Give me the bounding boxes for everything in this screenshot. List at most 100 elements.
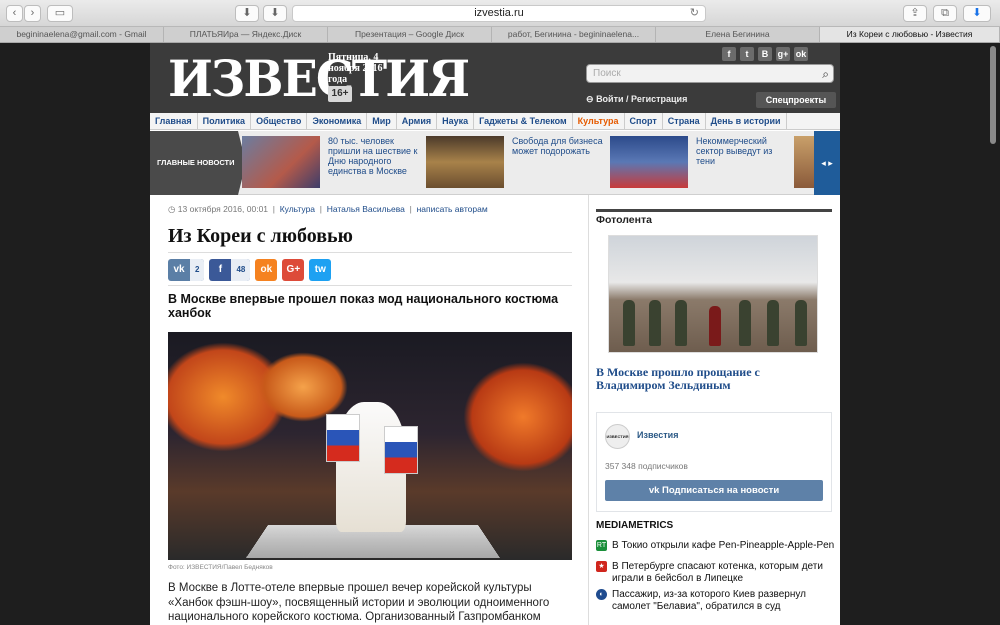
- share-google-plus-button[interactable]: G+: [282, 259, 305, 281]
- article-body: В Москве в Лотте-отеле впервые прошел ве…: [168, 582, 550, 623]
- twitter-icon[interactable]: t: [740, 47, 754, 61]
- search-icon[interactable]: ⌕: [822, 66, 829, 83]
- address-bar[interactable]: izvestia.ru ↻: [292, 5, 706, 22]
- share-odnoklassniki-button[interactable]: ok: [255, 259, 278, 281]
- strip-nav-arrows[interactable]: ◂ ▸: [814, 131, 840, 195]
- clock-icon: ◷: [168, 204, 176, 214]
- browser-toolbar: ‹ › ▭ ⬇ ⬇ izvestia.ru ↻ ⇪ ⧉ ⬇: [0, 0, 1000, 27]
- downloads-icon[interactable]: ⬇: [963, 5, 991, 22]
- flag-shape: [384, 426, 418, 474]
- tab-work[interactable]: работ, Бегинина - begininaelena...: [492, 27, 656, 42]
- figure: [623, 300, 635, 346]
- facebook-icon: f: [218, 264, 223, 275]
- top-news-strip: ГЛАВНЫЕ НОВОСТИ 80 тыс. человек пришли н…: [150, 131, 840, 195]
- nav-item-economy[interactable]: Экономика: [307, 113, 368, 129]
- mediametrics-item[interactable]: ◐ Пассажир, из-за которого Киев разверну…: [596, 589, 836, 613]
- mediametrics-item[interactable]: ★ В Петербурге спасают котенка, которым …: [596, 561, 836, 585]
- news-headline[interactable]: Свобода для бизнеса может подорожать: [512, 136, 608, 156]
- nav-item-army[interactable]: Армия: [397, 113, 438, 129]
- share-count: 2: [190, 259, 205, 281]
- vk-icon[interactable]: B: [758, 47, 772, 61]
- write-authors-link[interactable]: написать авторам: [417, 204, 488, 214]
- figure: [767, 300, 779, 346]
- twitter-icon: tw: [314, 264, 326, 275]
- article-photo[interactable]: [168, 332, 572, 560]
- figure: [795, 300, 807, 346]
- search-input[interactable]: Поиск ⌕: [586, 64, 834, 83]
- article-lead: В Москве впервые прошел показ мод национ…: [168, 292, 559, 320]
- photolenta-photo[interactable]: [608, 235, 818, 353]
- nav-item-politics[interactable]: Политика: [198, 113, 252, 129]
- login-label: Войти / Регистрация: [596, 94, 688, 104]
- share-icon[interactable]: ⇪: [903, 5, 927, 22]
- nav-item-history[interactable]: День в истории: [706, 113, 787, 129]
- login-link[interactable]: ⊖ Войти / Регистрация: [586, 94, 687, 105]
- figure: [709, 306, 721, 346]
- google-plus-icon[interactable]: g+: [776, 47, 790, 61]
- current-date: Пятница, 4 ноября 2016 года: [328, 52, 383, 85]
- news-thumbnail[interactable]: [426, 136, 504, 188]
- nav-item-main[interactable]: Главная: [150, 113, 198, 129]
- nav-item-country[interactable]: Страна: [663, 113, 706, 129]
- nav-item-sport[interactable]: Спорт: [625, 113, 663, 129]
- tab-google-drive[interactable]: Презентация – Google Диск: [328, 27, 492, 42]
- main-nav: Главная Политика Общество Экономика Мир …: [150, 113, 840, 130]
- figure: [675, 300, 687, 346]
- back-button[interactable]: ‹: [6, 5, 23, 22]
- vk-icon: vk: [648, 485, 660, 496]
- masthead: ИЗВЕСТИЯ Пятница, 4 ноября 2016 года 16+…: [150, 43, 840, 113]
- top-news-item[interactable]: [794, 136, 814, 190]
- odnoklassniki-icon: ok: [260, 264, 273, 275]
- mediametrics-headline[interactable]: Пассажир, из-за которого Киев развернул …: [612, 589, 806, 612]
- facebook-icon[interactable]: f: [722, 47, 736, 61]
- vk-community-avatar[interactable]: ИЗВЕСТИЯ: [605, 424, 630, 449]
- news-thumbnail[interactable]: [242, 136, 320, 188]
- reload-icon[interactable]: ↻: [690, 6, 699, 21]
- share-facebook-button[interactable]: f 48: [209, 259, 251, 281]
- tree-decoration: [463, 362, 572, 472]
- tab-elena[interactable]: Елена Бегинина: [656, 27, 820, 42]
- mediametrics-headline[interactable]: В Токио открыли кафе Pen-Pineapple-Apple…: [612, 540, 834, 551]
- forward-button[interactable]: ›: [24, 5, 41, 22]
- photolenta-caption[interactable]: В Москве прошло прощание с Владимиром Зе…: [596, 366, 826, 392]
- news-thumbnail[interactable]: [794, 136, 814, 188]
- tree-decoration: [258, 352, 348, 422]
- google-plus-icon: G+: [286, 264, 301, 275]
- article: ◷ 13 октября 2016, 00:01 | Культура | На…: [168, 204, 572, 625]
- source-icon: RT: [596, 540, 607, 551]
- article-rubric-link[interactable]: Культура: [280, 204, 315, 214]
- extension-icon[interactable]: ⬇: [263, 5, 287, 22]
- tab-gmail[interactable]: begininaelena@gmail.com - Gmail: [0, 27, 164, 42]
- web-page: ИЗВЕСТИЯ Пятница, 4 ноября 2016 года 16+…: [150, 43, 840, 625]
- share-vk-button[interactable]: vk 2: [168, 259, 205, 281]
- nav-item-world[interactable]: Мир: [367, 113, 397, 129]
- tab-izvestia[interactable]: Из Кореи с любовью - Известия: [820, 27, 1000, 42]
- nav-item-gadgets[interactable]: Гаджеты & Телеком: [474, 113, 573, 129]
- vk-widget: ИЗВЕСТИЯ Известия 357 348 подписчиков vk…: [596, 412, 832, 512]
- figure: [649, 300, 661, 346]
- special-projects-button[interactable]: Спецпроекты: [756, 92, 836, 108]
- mediametrics-heading: MEDIAMETRICS: [596, 520, 674, 531]
- mediametrics-headline[interactable]: В Петербурге спасают котенка, которым де…: [612, 561, 823, 584]
- nav-item-science[interactable]: Наука: [437, 113, 475, 129]
- odnoklassniki-icon[interactable]: ok: [794, 47, 808, 61]
- vk-community-name[interactable]: Известия: [637, 430, 678, 440]
- vk-subscribe-button[interactable]: vk Подписаться на новости: [605, 480, 823, 501]
- news-thumbnail[interactable]: [610, 136, 688, 188]
- tab-yandex-disk[interactable]: ПЛАТЬЯИра — Яндекс.Диск: [164, 27, 328, 42]
- site-logo[interactable]: ИЗВЕСТИЯ: [168, 49, 470, 108]
- news-headline[interactable]: Некоммерческий сектор выведут из тени: [696, 136, 792, 166]
- mediametrics-item[interactable]: RT В Токио открыли кафе Pen-Pineapple-Ap…: [596, 540, 836, 552]
- flag-shape: [326, 414, 360, 462]
- download-extension-icon[interactable]: ⬇: [235, 5, 259, 22]
- search-placeholder: Поиск: [593, 68, 621, 79]
- vk-subscribers: 357 348 подписчиков: [605, 461, 688, 471]
- share-twitter-button[interactable]: tw: [309, 259, 332, 281]
- news-headline[interactable]: 80 тыс. человек пришли на шествие к Дню …: [328, 136, 424, 176]
- article-author-link[interactable]: Наталья Васильева: [327, 204, 405, 214]
- nav-item-culture[interactable]: Культура: [573, 113, 625, 129]
- scrollbar-thumb[interactable]: [990, 46, 996, 144]
- tabs-overview-icon[interactable]: ⧉: [933, 5, 957, 22]
- sidebar-icon[interactable]: ▭: [47, 5, 73, 22]
- nav-item-society[interactable]: Общество: [251, 113, 308, 129]
